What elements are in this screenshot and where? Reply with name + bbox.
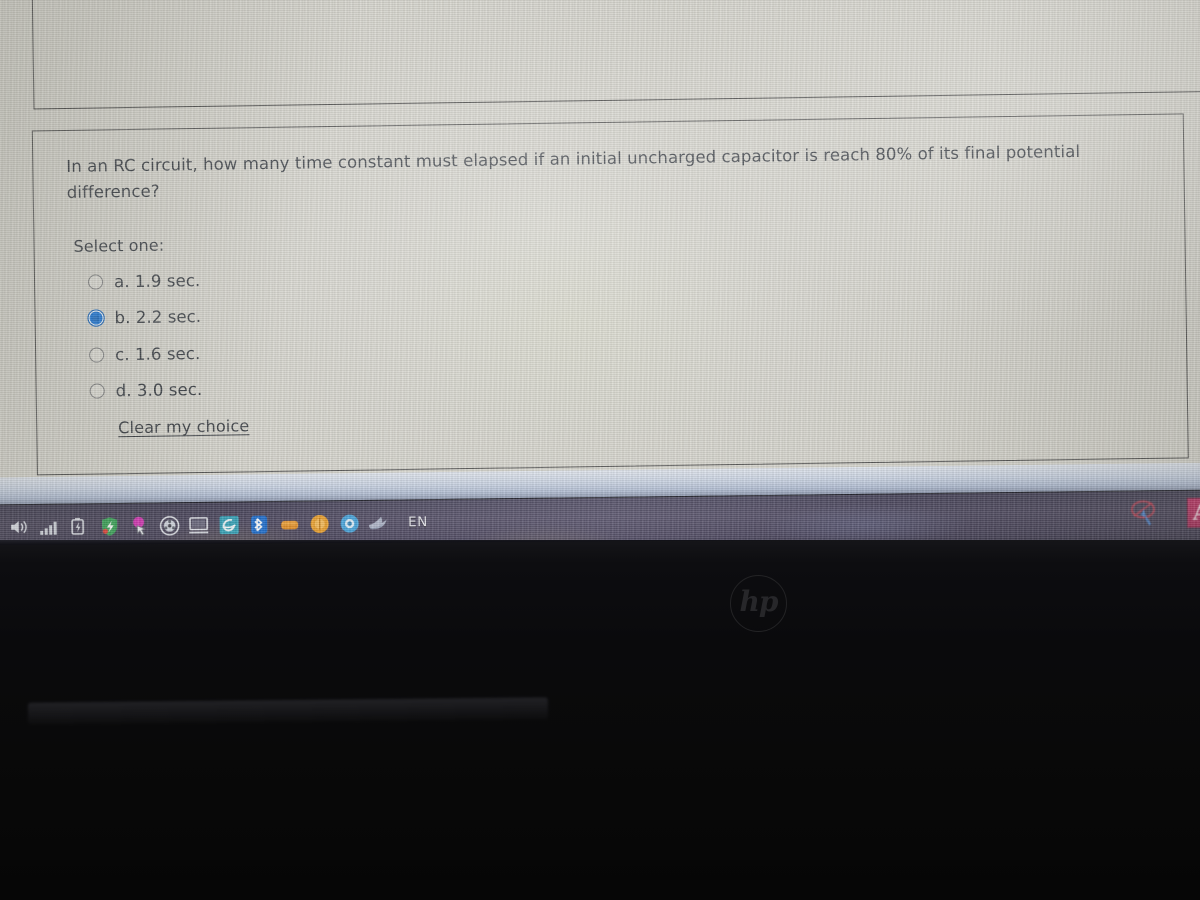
radio-icon-a[interactable] [87, 274, 104, 290]
answer-option-c[interactable]: c. 1.6 sec. [89, 330, 509, 373]
laptop-screen: e. 2 Clear my choice In an RC circuit, h… [0, 0, 1200, 540]
answer-option-d[interactable]: d. 3.0 sec. [89, 367, 509, 410]
bluetooth-icon[interactable] [244, 507, 274, 540]
letter-a-badge: A [1186, 497, 1200, 528]
radio-icon-b-selected[interactable] [88, 310, 104, 326]
system-tray: EN [4, 502, 428, 540]
blue-browser-icon[interactable] [334, 506, 364, 540]
radio-icon-d[interactable] [89, 383, 105, 399]
internet-explorer-icon[interactable] [214, 507, 244, 540]
screenshot-root: e. 2 Clear my choice In an RC circuit, h… [0, 0, 1200, 900]
answer-option-a-label: a. 1.9 sec. [113, 270, 201, 292]
language-indicator[interactable]: EN [408, 514, 428, 530]
radio-icon-c[interactable] [89, 347, 105, 363]
wifi-signal-bars-icon[interactable] [34, 510, 64, 540]
magenta-pointer-icon[interactable] [124, 508, 154, 540]
answer-option-c-label: c. 1.6 sec. [114, 343, 201, 365]
green-shield-security-icon[interactable] [94, 509, 124, 540]
battery-plug-icon[interactable] [64, 509, 94, 540]
answer-options-list: a. 1.9 sec. b. 2.2 sec. c. 1.6 sec. d. 3… [87, 257, 510, 410]
clear-my-choice-link[interactable]: Clear my choice [118, 413, 249, 440]
hp-logo: hp [730, 575, 787, 632]
quiz-page: e. 2 Clear my choice In an RC circuit, h… [0, 0, 1200, 540]
disc-drive-icon[interactable] [154, 508, 184, 540]
red-slash-network-icon[interactable] [1128, 496, 1162, 530]
answer-option-b-label: b. 2.2 sec. [114, 307, 202, 328]
red-letter-a-icon[interactable]: A [1184, 495, 1200, 529]
orange-folder-icon[interactable] [274, 507, 304, 540]
answer-option-d-label: d. 3.0 sec. [115, 380, 203, 401]
flying-arrow-icon[interactable] [364, 506, 394, 540]
volume-speaker-icon[interactable] [4, 510, 34, 540]
answer-option-a[interactable]: a. 1.9 sec. [87, 257, 508, 300]
orange-circle-icon[interactable] [304, 506, 334, 540]
display-monitor-icon[interactable] [184, 508, 214, 540]
previous-question-box: e. 2 Clear my choice [30, 0, 1200, 110]
select-one-label: Select one: [73, 235, 165, 256]
answer-option-b[interactable]: b. 2.2 sec. [88, 294, 508, 337]
system-tray-right: A [1128, 492, 1200, 533]
